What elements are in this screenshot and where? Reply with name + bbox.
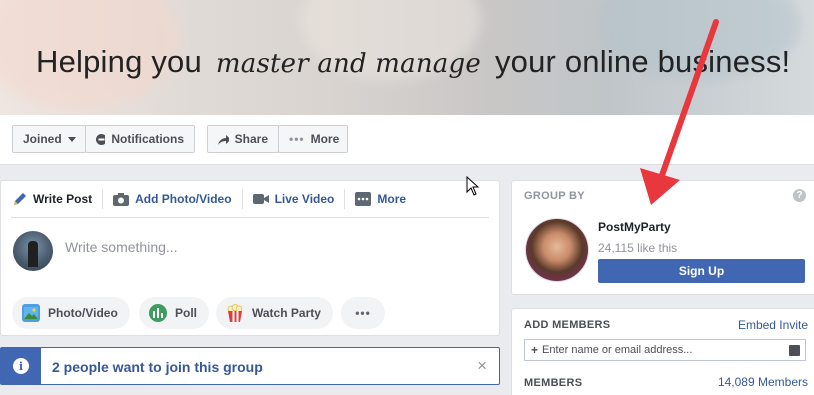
poll-button[interactable]: Poll bbox=[139, 297, 210, 329]
add-members-header: ADD MEMBERS bbox=[524, 319, 611, 331]
composer-tabs: Write Post Add Photo/Video Live Video Mo… bbox=[1, 181, 499, 217]
notifications-label: Notifications bbox=[111, 132, 184, 146]
share-icon bbox=[218, 134, 229, 145]
joined-button[interactable]: Joined bbox=[12, 125, 86, 153]
poll-icon bbox=[149, 304, 167, 322]
members-count-link[interactable]: 14,089 Members bbox=[718, 375, 808, 389]
photo-video-button[interactable]: Photo/Video bbox=[12, 297, 130, 329]
tab-label: Write Post bbox=[33, 192, 93, 206]
group-by-card: GROUP BY ? PostMyParty 24,115 like this … bbox=[511, 180, 814, 295]
tab-more[interactable]: More bbox=[345, 189, 416, 209]
poll-label: Poll bbox=[175, 306, 198, 320]
help-icon[interactable]: ? bbox=[793, 189, 806, 202]
joined-label: Joined bbox=[23, 132, 62, 146]
mouse-cursor-icon bbox=[466, 176, 480, 196]
ellipsis-icon: ••• bbox=[289, 132, 305, 146]
address-book-icon[interactable] bbox=[789, 345, 800, 356]
write-something-input[interactable]: Write something... bbox=[65, 239, 178, 255]
members-header: MEMBERS bbox=[524, 377, 583, 389]
page-likes: 24,115 like this bbox=[598, 241, 678, 255]
more-button[interactable]: ••• More bbox=[278, 125, 348, 153]
camera-icon bbox=[113, 192, 130, 206]
more-label: More bbox=[310, 132, 340, 146]
more-dots-icon: ••• bbox=[355, 306, 371, 320]
share-button[interactable]: Share bbox=[207, 125, 279, 153]
avatar[interactable] bbox=[13, 231, 53, 271]
embed-invite-link[interactable]: Embed Invite bbox=[738, 318, 808, 332]
video-camera-icon bbox=[252, 194, 269, 204]
info-icon: i bbox=[13, 358, 29, 374]
pencil-icon bbox=[14, 193, 26, 205]
cover-title-part1: Helping you bbox=[36, 44, 202, 79]
add-members-card: ADD MEMBERS Embed Invite + Enter name or… bbox=[511, 308, 814, 395]
photo-icon bbox=[22, 304, 40, 322]
add-member-input[interactable]: + Enter name or email address... bbox=[524, 339, 806, 361]
tab-label: Live Video bbox=[274, 192, 335, 206]
post-composer: Write Post Add Photo/Video Live Video Mo… bbox=[0, 180, 500, 336]
ellipsis-icon bbox=[355, 192, 372, 206]
plus-icon: + bbox=[531, 343, 539, 357]
join-requests-banner[interactable]: i 2 people want to join this group × bbox=[0, 347, 500, 385]
composer-divider bbox=[11, 217, 489, 218]
tab-write-post[interactable]: Write Post bbox=[11, 189, 104, 209]
cover-photo: Helping you master and manage your online … bbox=[0, 0, 814, 115]
cover-title-part2: your online business! bbox=[494, 44, 791, 79]
chevron-down-icon bbox=[67, 136, 76, 142]
add-member-placeholder: Enter name or email address... bbox=[542, 344, 693, 356]
sign-up-button[interactable]: Sign Up bbox=[598, 259, 805, 283]
notifications-button[interactable]: Notifications bbox=[85, 125, 195, 153]
cover-title: Helping you master and manage your online … bbox=[36, 44, 790, 80]
page-avatar[interactable] bbox=[525, 218, 589, 282]
watch-party-button[interactable]: Watch Party bbox=[216, 297, 333, 329]
info-icon-box: i bbox=[1, 348, 41, 384]
tab-add-photo-video[interactable]: Add Photo/Video bbox=[103, 189, 243, 209]
photo-video-label: Photo/Video bbox=[48, 306, 118, 320]
tab-label: More bbox=[377, 192, 407, 206]
notification-off-icon bbox=[96, 133, 106, 145]
watch-party-label: Watch Party bbox=[252, 306, 321, 320]
popcorn-icon bbox=[226, 304, 244, 322]
group-by-header: GROUP BY bbox=[524, 190, 585, 202]
more-options-button[interactable]: ••• bbox=[341, 297, 385, 329]
join-requests-text[interactable]: 2 people want to join this group bbox=[52, 359, 263, 375]
group-action-bar: Joined Notifications Share ••• More bbox=[0, 115, 814, 165]
share-label: Share bbox=[234, 132, 268, 146]
cover-title-script: master and manage bbox=[215, 49, 481, 79]
tab-live-video[interactable]: Live Video bbox=[243, 189, 346, 209]
tab-label: Add Photo/Video bbox=[135, 192, 232, 206]
page-name-link[interactable]: PostMyParty bbox=[598, 220, 671, 234]
close-icon[interactable]: × bbox=[477, 356, 487, 376]
